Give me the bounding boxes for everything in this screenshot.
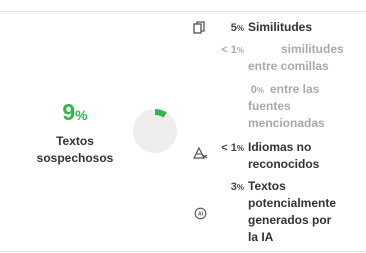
suspicious-score-label-line2: sospechosos — [36, 151, 114, 165]
score-ring — [133, 109, 177, 153]
unrecognized-languages-percent: < 1% — [221, 142, 244, 154]
plagiarism-summary-card: 9% Textos sospechosos 5% Similitudes < 1… — [0, 0, 366, 253]
suspicious-score-label: Textos sospechosos — [30, 133, 120, 167]
similitudes-percent: 5% — [230, 22, 244, 34]
copy-icon — [193, 21, 206, 40]
svg-text:AI: AI — [198, 212, 204, 218]
suspicious-score: 9% — [0, 98, 150, 129]
suspicious-score-value: 9 — [62, 99, 76, 125]
quoted-similarities-percent: < 1% — [221, 44, 244, 56]
quoted-similarities-label-cont: entre comillas — [248, 59, 329, 73]
translate-icon — [193, 146, 208, 165]
top-divider — [0, 11, 366, 12]
ai-generated-label: Textos potencialmente generados por la I… — [248, 179, 337, 244]
ai-chip-icon: AI — [194, 207, 207, 225]
quoted-similarities-label: similitudes — [281, 42, 344, 56]
similitudes-label: Similitudes — [248, 20, 313, 34]
suspicious-score-unit: % — [75, 107, 88, 123]
ai-generated-percent: 3% — [230, 181, 244, 193]
suspicious-score-label-line1: Textos — [56, 134, 94, 148]
cited-sources-label-cont: fuentes mencionadas — [248, 99, 325, 130]
bottom-divider — [0, 251, 366, 252]
cited-sources-percent: 0% — [250, 84, 264, 96]
score-ring-arc — [154, 109, 167, 118]
unrecognized-languages-label: Idiomas no reconocidos — [248, 140, 320, 171]
cited-sources-label: entre las — [270, 82, 320, 96]
score-ring-background — [133, 109, 177, 153]
